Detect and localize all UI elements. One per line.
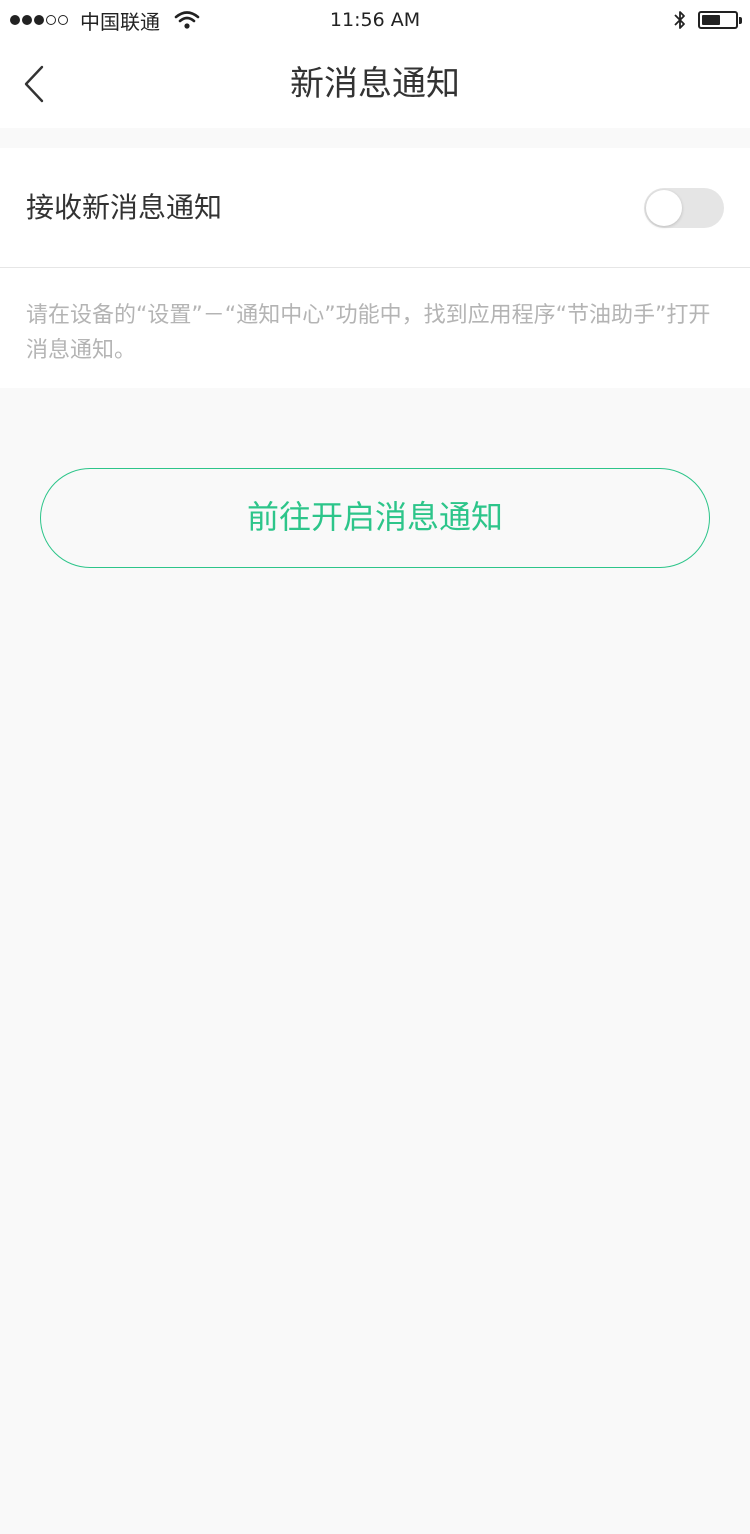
open-notifications-button[interactable]: 前往开启消息通知 — [40, 468, 710, 568]
page-title: 新消息通知 — [290, 64, 460, 104]
status-time: 11:56 AM — [329, 9, 421, 31]
navigation-bar: 新消息通知 — [0, 40, 750, 128]
chevron-left-icon — [24, 65, 44, 103]
hint-text: 请在设备的“设置”－“通知中心”功能中，找到应用程序“节油助手”打开消息通知。 — [26, 303, 711, 363]
toggle-knob — [646, 190, 682, 226]
status-bar: 中国联通 11:56 AM — [0, 0, 750, 40]
carrier-name: 中国联通 — [80, 9, 160, 34]
wifi-icon — [174, 11, 200, 29]
back-button[interactable] — [14, 60, 54, 108]
signal-strength-icon — [10, 15, 70, 25]
notification-toggle[interactable] — [644, 188, 724, 228]
notification-settings-card: 接收新消息通知 请在设备的“设置”－“通知中心”功能中，找到应用程序“节油助手”… — [0, 148, 750, 388]
setting-label: 接收新消息通知 — [26, 191, 223, 224]
battery-icon — [698, 11, 738, 29]
status-bar-right — [672, 7, 742, 33]
bluetooth-icon — [674, 11, 685, 29]
setting-row-receive-notifications: 接收新消息通知 — [0, 148, 750, 268]
status-bar-left: 中国联通 — [10, 6, 200, 34]
battery-tip — [739, 16, 742, 24]
battery-level — [702, 15, 720, 25]
